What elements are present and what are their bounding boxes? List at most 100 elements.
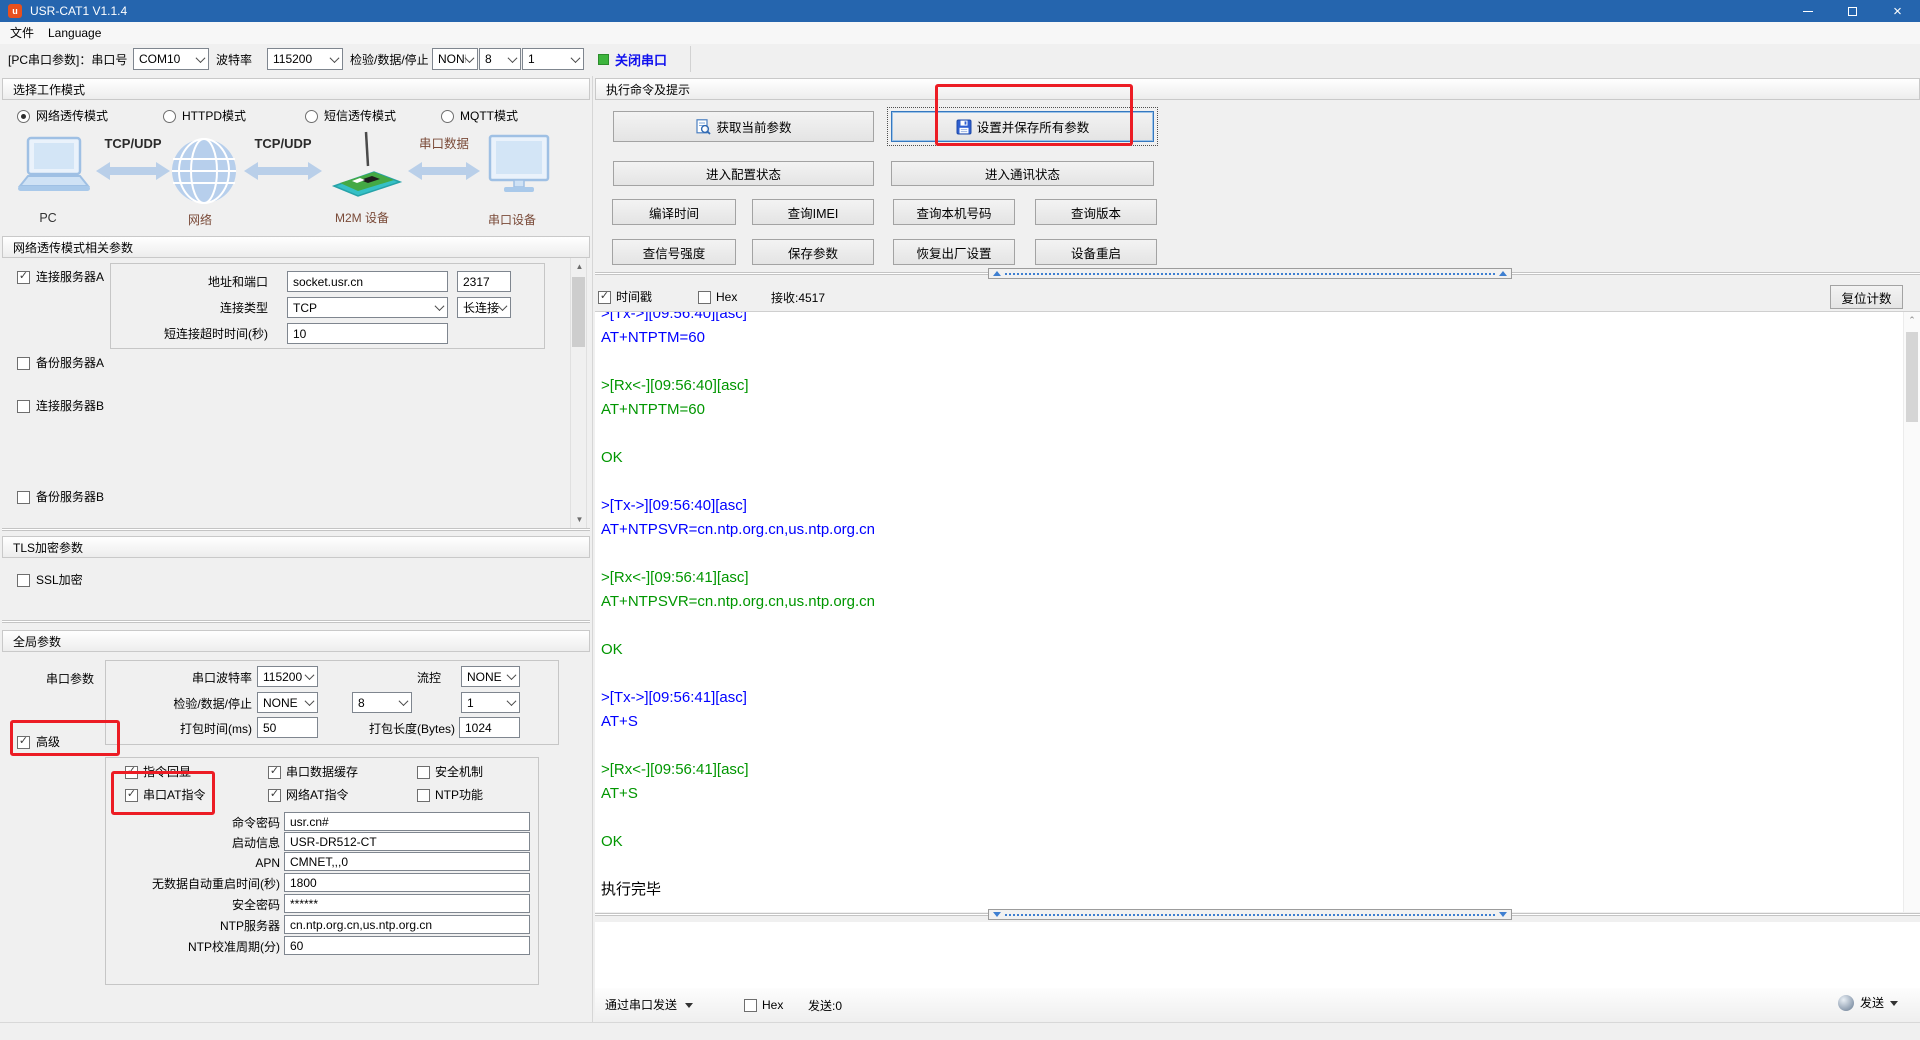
com-port-select[interactable]: COM10 <box>133 48 209 70</box>
net-at-checkbox[interactable]: ✓ 网络AT指令 <box>268 787 348 803</box>
radio-icon <box>17 110 30 123</box>
section-splitter[interactable] <box>2 620 590 623</box>
enter-config-button[interactable]: 进入配置状态 <box>613 161 874 186</box>
timestamp-checkbox[interactable]: ✓ 时间戳 <box>598 289 652 305</box>
backup-b-checkbox[interactable]: 备份服务器B <box>17 489 104 505</box>
collapse-down-icon[interactable] <box>1499 912 1507 917</box>
radio-mode-net[interactable]: 网络透传模式 <box>17 108 108 124</box>
query-number-button[interactable]: 查询本机号码 <box>893 199 1015 225</box>
arrow-icon <box>96 162 170 180</box>
menu-file[interactable]: 文件 <box>10 25 34 41</box>
chevron-down-icon <box>465 53 475 63</box>
ntp-period-label: NTP校准周期(分) <box>62 939 280 955</box>
query-signal-button[interactable]: 查信号强度 <box>612 239 736 265</box>
pack-len-input[interactable]: 1024 <box>459 717 520 738</box>
close-button[interactable]: × <box>1875 0 1920 22</box>
checkbox-icon <box>417 789 430 802</box>
backup-a-checkbox[interactable]: 备份服务器A <box>17 355 104 371</box>
security-password-input[interactable]: ****** <box>284 894 530 913</box>
close-serial-button[interactable]: 关闭串口 <box>598 48 667 70</box>
query-imei-button[interactable]: 查询IMEI <box>752 199 874 225</box>
scrollbar-thumb[interactable] <box>1906 332 1918 422</box>
radio-mode-mqtt[interactable]: MQTT模式 <box>441 108 518 124</box>
g-parity-select[interactable]: NONE <box>257 692 318 713</box>
conn-mode-select[interactable]: 长连接 <box>457 297 511 318</box>
commands-header: 执行命令及提示 <box>595 78 1920 100</box>
log-area[interactable]: >[Tx->][09:56:40][asc] AT+NTPTM=60 >[Rx<… <box>595 311 1920 912</box>
chevron-down-icon <box>507 670 517 680</box>
stopbits-select[interactable]: 1 <box>522 48 584 70</box>
send-button[interactable]: 发送 <box>1838 995 1898 1011</box>
security-checkbox[interactable]: 安全机制 <box>417 764 483 780</box>
ssl-checkbox[interactable]: SSL加密 <box>17 572 83 588</box>
serial-at-checkbox[interactable]: ✓ 串口AT指令 <box>125 787 205 803</box>
menu-language[interactable]: Language <box>48 25 101 41</box>
server-a-checkbox[interactable]: ✓ 连接服务器A <box>17 269 104 285</box>
query-version-button[interactable]: 查询版本 <box>1035 199 1157 225</box>
collapse-down-icon[interactable] <box>993 912 1001 917</box>
conn-type-label: 连接类型 <box>100 300 268 316</box>
conn-type-select[interactable]: TCP <box>287 297 448 318</box>
send-textarea[interactable] <box>595 922 1920 988</box>
splitter-handle[interactable] <box>988 268 1512 279</box>
maximize-button[interactable] <box>1830 0 1875 22</box>
device-restart-button[interactable]: 设备重启 <box>1035 239 1157 265</box>
scrollbar-thumb[interactable] <box>572 277 585 347</box>
baud-select[interactable]: 115200 <box>267 48 343 70</box>
g-baud-select[interactable]: 115200 <box>257 666 318 687</box>
cmd-password-label: 命令密码 <box>62 815 280 831</box>
log-line: >[Tx->][09:56:40][asc] <box>601 311 1890 326</box>
reset-count-button[interactable]: 复位计数 <box>1830 285 1903 309</box>
flow-label: 流控 <box>380 670 441 686</box>
checkbox-icon <box>17 357 30 370</box>
apn-input[interactable]: CMNET,,,0 <box>284 852 530 871</box>
flow-select[interactable]: NONE <box>461 666 520 687</box>
compile-time-button[interactable]: 编译时间 <box>612 199 736 225</box>
panel-divider <box>592 76 593 1022</box>
ntp-checkbox[interactable]: NTP功能 <box>417 787 483 803</box>
log-scrollbar[interactable]: ⌃ <box>1903 312 1920 912</box>
advanced-checkbox[interactable]: ✓ 高级 <box>17 734 60 750</box>
minimize-button[interactable] <box>1785 0 1830 22</box>
dropdown-arrow-icon <box>1890 1001 1898 1006</box>
netparams-scrollbar[interactable]: ▲ ▼ <box>570 258 587 528</box>
get-params-button[interactable]: 获取当前参数 <box>613 111 874 142</box>
databits-select[interactable]: 8 <box>479 48 521 70</box>
short-timeout-input[interactable]: 10 <box>287 323 448 344</box>
collapse-up-icon[interactable] <box>993 271 1001 276</box>
collapse-up-icon[interactable] <box>1499 271 1507 276</box>
scroll-down-icon[interactable]: ▼ <box>571 511 588 528</box>
g-stopbits-select[interactable]: 1 <box>461 692 520 713</box>
cmd-password-input[interactable]: usr.cn# <box>284 812 530 831</box>
radio-mode-sms[interactable]: 短信透传模式 <box>305 108 396 124</box>
scroll-up-icon[interactable]: ▲ <box>571 258 588 275</box>
send-hex-checkbox[interactable]: Hex <box>744 997 783 1013</box>
radio-icon <box>163 110 176 123</box>
parity-select[interactable]: NONI <box>432 48 478 70</box>
cmd-echo-checkbox[interactable]: ✓ 指令回显 <box>125 764 191 780</box>
g-databits-select[interactable]: 8 <box>352 692 412 713</box>
radio-mode-httpd[interactable]: HTTPD模式 <box>163 108 246 124</box>
pack-time-input[interactable]: 50 <box>257 717 318 738</box>
log-line <box>601 422 1890 446</box>
ntp-period-input[interactable]: 60 <box>284 936 530 955</box>
serial-cache-checkbox[interactable]: ✓ 串口数据缓存 <box>268 764 358 780</box>
server-a-address-input[interactable]: socket.usr.cn <box>287 271 448 292</box>
send-via-serial-dropdown[interactable]: 通过串口发送 <box>605 997 693 1013</box>
factory-reset-button[interactable]: 恢复出厂设置 <box>893 239 1015 265</box>
set-save-params-button[interactable]: 设置并保存所有参数 <box>891 111 1154 142</box>
save-params-button[interactable]: 保存参数 <box>752 239 874 265</box>
log-line: >[Tx->][09:56:40][asc] <box>601 494 1890 518</box>
server-b-checkbox[interactable]: 连接服务器B <box>17 398 104 414</box>
auto-restart-input[interactable]: 1800 <box>284 873 530 892</box>
ntp-server-input[interactable]: cn.ntp.org.cn,us.ntp.org.cn <box>284 915 530 934</box>
splitter-handle[interactable] <box>988 909 1512 920</box>
enter-comm-button[interactable]: 进入通讯状态 <box>891 161 1154 186</box>
scroll-up-icon[interactable]: ⌃ <box>1904 312 1920 328</box>
boot-info-input[interactable]: USR-DR512-CT <box>284 832 530 851</box>
ntp-server-label: NTP服务器 <box>62 918 280 934</box>
send-bar <box>595 988 1920 1022</box>
section-splitter[interactable] <box>2 528 590 531</box>
server-a-port-input[interactable]: 2317 <box>457 271 511 292</box>
log-hex-checkbox[interactable]: Hex <box>698 289 737 305</box>
